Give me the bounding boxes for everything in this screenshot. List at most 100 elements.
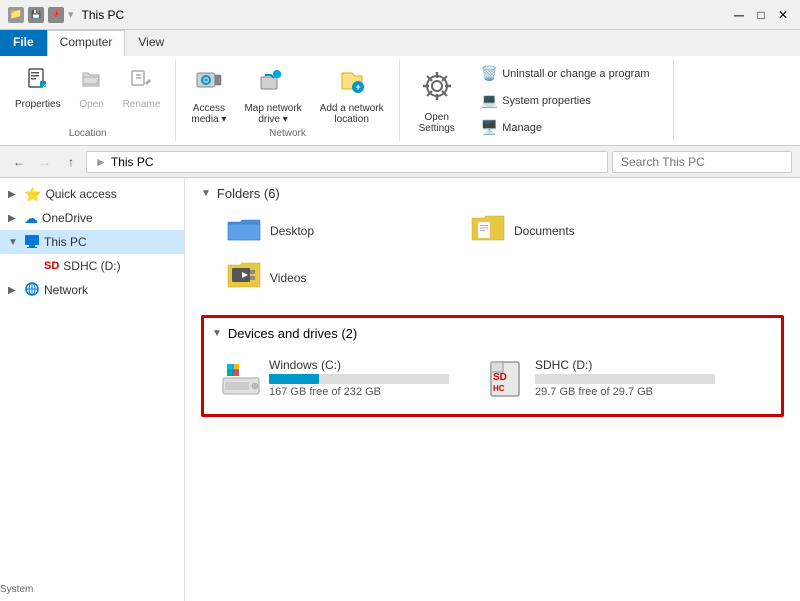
rename-label: Rename — [123, 99, 161, 110]
quick-access-arrow: ▶ — [8, 189, 20, 200]
sdhc-d-name: SDHC (D:) — [535, 358, 715, 372]
sdhc-sidebar-icon: SD — [44, 260, 59, 272]
windows-drive-icon — [221, 360, 261, 396]
folders-section-header: ▼ Folders (6) — [201, 186, 784, 201]
sidebar-item-network[interactable]: ▶ Network — [0, 278, 184, 302]
ribbon-group-system: OpenSettings 🗑️ Uninstall or change a pr… — [400, 60, 674, 141]
svg-text:✓: ✓ — [42, 84, 47, 90]
desktop-label: Desktop — [270, 224, 314, 238]
properties-icon: ✓ — [26, 67, 50, 97]
sidebar-item-sdhc[interactable]: SD SDHC (D:) — [0, 254, 184, 278]
windows-c-bar — [269, 374, 449, 384]
add-network-location-label: Add a networklocation — [320, 103, 384, 125]
sidebar-item-quick-access[interactable]: ▶ ⭐ Quick access — [0, 182, 184, 206]
uninstall-button[interactable]: 🗑️ Uninstall or change a program — [474, 62, 657, 85]
drives-section: ▼ Devices and drives (2) — [201, 315, 784, 417]
close-button[interactable]: ✕ — [774, 6, 792, 24]
folders-collapse-arrow[interactable]: ▼ — [201, 188, 211, 199]
tab-view[interactable]: View — [125, 30, 177, 56]
title-bar: 📁 💾 📌 ▾ This PC ─ □ ✕ — [0, 0, 800, 30]
up-button[interactable]: ↑ — [60, 151, 82, 173]
network-arrow: ▶ — [8, 285, 20, 296]
svg-text:🌐: 🌐 — [275, 71, 283, 79]
add-network-location-icon: + — [338, 67, 366, 101]
sdhc-d-bar — [535, 374, 715, 384]
drives-grid: Windows (C:) 167 GB free of 232 GB — [212, 349, 773, 406]
sidebar-item-onedrive[interactable]: ▶ ☁ OneDrive — [0, 206, 184, 230]
folders-section-title: Folders (6) — [217, 186, 280, 201]
settings-icon — [419, 68, 455, 110]
nav-bar: ← → ↑ ► This PC — [0, 146, 800, 178]
access-media-icon — [195, 67, 223, 101]
map-network-drive-label: Map networkdrive ▾ — [244, 103, 301, 125]
location-label: Location — [69, 128, 107, 141]
onedrive-icon: ☁ — [24, 210, 38, 227]
window-controls: ─ □ ✕ — [730, 6, 792, 24]
sidebar-item-this-pc[interactable]: ▼ This PC — [0, 230, 184, 254]
documents-label: Documents — [514, 224, 575, 238]
back-button[interactable]: ← — [8, 151, 30, 173]
onedrive-label: OneDrive — [42, 211, 93, 225]
add-network-location-button[interactable]: + Add a networklocation — [313, 64, 391, 128]
rename-button[interactable]: Rename — [116, 64, 168, 113]
address-bar[interactable]: ► This PC — [86, 151, 608, 173]
drive-windows-c[interactable]: Windows (C:) 167 GB free of 232 GB — [212, 349, 458, 406]
manage-button[interactable]: 🖥️ Manage — [474, 116, 657, 139]
drive-sdhc-d[interactable]: SD HC SDHC (D:) 29.7 GB free of 29.7 GB — [474, 349, 724, 406]
tab-file[interactable]: File — [0, 30, 47, 56]
breadcrumb-text: This PC — [111, 155, 154, 169]
sdhc-d-info: SDHC (D:) 29.7 GB free of 29.7 GB — [535, 358, 715, 398]
search-input[interactable] — [612, 151, 792, 173]
quick-save-icon[interactable]: 💾 — [28, 7, 44, 23]
svg-text:+: + — [355, 82, 360, 92]
minimize-button[interactable]: ─ — [730, 6, 748, 24]
sdhc-label: SDHC (D:) — [63, 259, 120, 273]
folder-desktop[interactable]: Desktop — [217, 209, 457, 252]
access-media-button[interactable]: Accessmedia ▾ — [184, 64, 233, 128]
documents-folder-icon — [470, 214, 506, 247]
system-properties-icon: 💻 — [481, 92, 498, 109]
quick-access-label: Quick access — [45, 187, 116, 201]
uninstall-icon: 🗑️ — [481, 65, 498, 82]
sdhc-drive-icon: SD HC — [483, 354, 527, 401]
properties-button[interactable]: ✓ Properties — [8, 64, 68, 113]
network-icon — [24, 281, 40, 300]
drives-section-title: Devices and drives (2) — [228, 326, 357, 341]
folders-section: ▼ Folders (6) Desktop — [201, 186, 784, 299]
open-settings-button[interactable]: OpenSettings — [408, 60, 466, 141]
ribbon-tabs: File Computer View — [0, 30, 800, 56]
videos-folder-icon — [226, 261, 262, 294]
open-button[interactable]: Open — [72, 64, 112, 113]
drives-collapse-arrow[interactable]: ▼ — [212, 328, 222, 339]
forward-button[interactable]: → — [34, 151, 56, 173]
title-separator: ▾ — [68, 8, 74, 21]
system-label-bottom: System — [0, 584, 33, 597]
svg-text:SD: SD — [493, 372, 507, 383]
window-title: This PC — [82, 8, 125, 22]
folders-grid: Desktop Documents — [217, 209, 784, 299]
folder-videos[interactable]: Videos — [217, 256, 457, 299]
network-label: Network — [44, 283, 88, 297]
pin-icon[interactable]: 📌 — [48, 7, 64, 23]
system-properties-label: System properties — [502, 95, 591, 107]
folder-documents[interactable]: Documents — [461, 209, 701, 252]
sidebar: ▶ ⭐ Quick access ▶ ☁ OneDrive ▼ This PC … — [0, 178, 185, 601]
this-pc-icon — [24, 233, 40, 252]
system-properties-button[interactable]: 💻 System properties — [474, 89, 657, 112]
title-bar-icons: 📁 💾 📌 ▾ — [8, 7, 74, 23]
map-network-drive-button[interactable]: 🌐 Map networkdrive ▾ — [237, 64, 308, 128]
open-icon — [80, 67, 104, 97]
app-icon: 📁 — [8, 7, 24, 23]
drives-section-header: ▼ Devices and drives (2) — [212, 326, 773, 341]
breadcrumb-arrow: ► — [95, 155, 107, 169]
desktop-folder-icon — [226, 214, 262, 247]
content-area: ▼ Folders (6) Desktop — [185, 178, 800, 601]
open-label: Open — [79, 99, 103, 110]
tab-computer[interactable]: Computer — [47, 30, 126, 56]
manage-icon: 🖥️ — [481, 119, 498, 136]
quick-access-icon: ⭐ — [24, 186, 41, 203]
network-group-label: Network — [269, 128, 306, 141]
properties-label: Properties — [15, 99, 61, 110]
maximize-button[interactable]: □ — [752, 6, 770, 24]
ribbon-group-location: ✓ Properties Open — [0, 60, 176, 141]
